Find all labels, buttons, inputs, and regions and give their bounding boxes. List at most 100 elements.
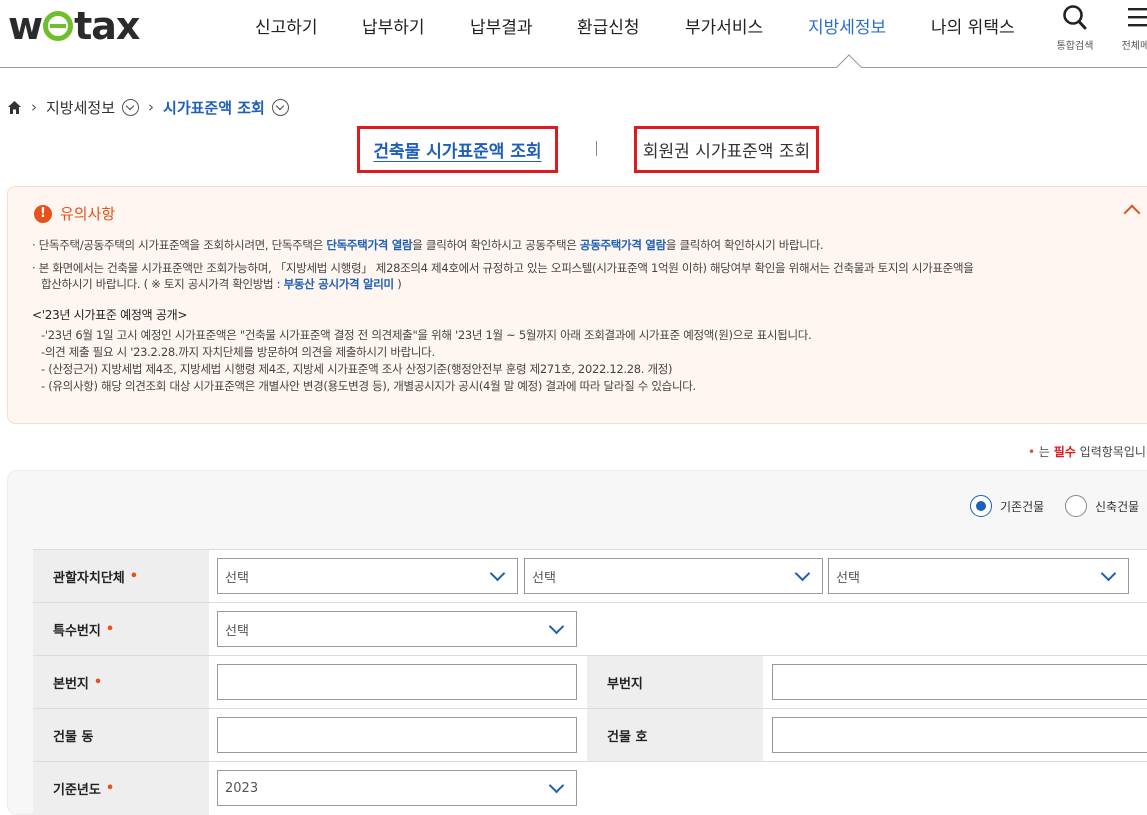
radio-label: 신축건물 [1095,499,1140,514]
building-ho-label-text: 건물 호 [607,730,648,745]
integrated-search-button[interactable]: 통합검색 [1052,4,1098,52]
sub-lot-label: 부번지 [587,656,763,709]
nav-item-payment-result[interactable]: 납부결과 [470,13,533,38]
jurisdiction-label-text: 관할자치단체 [53,571,125,586]
base-year-select[interactable]: 2023 [217,770,577,806]
tab-building-label: 건축물 시가표준액 조회 [373,142,542,162]
notice-box: ! 유의사항 · 단독주택/공동주택의 시가표준액을 조회하시려면, 단독주택은… [7,186,1147,424]
special-lot-select[interactable]: 선택 [217,611,577,647]
hamburger-icon [1128,8,1147,27]
breadcrumb: › 지방세정보 › 시가표준액 조회 [7,96,289,118]
real-estate-price-alert-link[interactable]: 부동산 공시가격 알리미 [284,277,395,291]
building-dong-input[interactable] [217,717,577,753]
required-dot: • [105,781,115,796]
notice-line-3-text: ) [393,277,402,291]
breadcrumb-separator-icon: › [148,98,155,116]
nav-item-pay[interactable]: 납부하기 [362,13,425,38]
notice-line-1-text: · 단독주택/공동주택의 시가표준액을 조회하시려면, 단독주택은 [32,238,327,252]
collapse-chevron-up-icon[interactable] [1123,204,1141,222]
main-lot-input[interactable] [217,664,577,700]
form-row-jurisdiction: 관할자치단체 • 선택 선택 선택 [33,549,1147,603]
breadcrumb-current[interactable]: 시가표준액 조회 [163,97,265,118]
search-label: 통합검색 [1056,41,1094,52]
main-lot-label: 본번지 • [33,656,209,709]
notice-line-1-text: 을 클릭하여 확인하시기 바랍니다. [665,238,824,252]
building-ho-label: 건물 호 [587,709,763,762]
chevron-down-icon [548,777,565,794]
notice-line-2: · 본 화면에서는 건축물 시가표준액만 조회가능하며, 「지방세법 시행령」 … [32,261,974,275]
nav-item-extra-services[interactable]: 부가서비스 [685,13,763,38]
detached-house-price-link[interactable]: 단독주택가격 열람 [326,238,412,252]
notice-line-3-text: 합산하시기 바랍니다. ( ※ 토지 공시가격 확인방법 : [41,277,284,291]
radio-label: 기존건물 [1000,499,1045,514]
radio-button[interactable] [970,495,992,517]
notice-title: ! 유의사항 [34,203,115,224]
province-select[interactable]: 선택 [217,558,518,594]
required-note-text: 입력항목입니다 [1079,445,1147,459]
home-icon[interactable] [7,100,22,115]
notice-line-3: 합산하시기 바랍니다. ( ※ 토지 공시가격 확인방법 : 부동산 공시가격 … [41,276,402,292]
building-ho-input[interactable] [772,717,1147,753]
required-dot: • [129,569,139,584]
nav-item-my-wetax[interactable]: 나의 위택스 [931,13,1015,38]
global-header: w tax 신고하기 납부하기 납부결과 환급신청 부가서비스 지방세정보 나의 … [0,0,1147,68]
chevron-down-icon [489,565,506,582]
building-dong-cell [209,709,587,762]
main-lot-cell [209,656,587,709]
city-select[interactable]: 선택 [524,558,823,594]
notice-item: -의견 제출 필요 시 '23.2.28.까지 자치단체를 방문하여 의견을 제… [41,345,435,359]
tab-membership-label: 회원권 시가표준액 조회 [642,142,811,162]
tab-divider [596,141,597,156]
required-fields-note: • 는 필수 입력항목입니다 [1028,443,1147,460]
notice-line-1-text: 을 클릭하여 확인하시고 공동주택은 [412,238,580,252]
apartment-price-link[interactable]: 공동주택가격 열람 [580,238,666,252]
notice-section-title: <'23년 시가표준 예정액 공개> [32,308,188,322]
required-note-text: 는 [1035,445,1054,459]
search-icon [1063,5,1087,30]
form-row-special-lot: 특수번지 • 선택 [33,602,1147,656]
notice-item: -'23년 6월 1일 고시 예정인 시가표준액은 "건축물 시가표준액 결정 … [41,328,812,342]
warning-icon: ! [34,204,52,223]
form-row-lot-number: 본번지 • 부번지 [33,655,1147,709]
chevron-down-icon [794,565,811,582]
radio-new-building[interactable]: 신축건물 [1065,495,1139,517]
select-value: 선택 [836,570,860,586]
radio-existing-building[interactable]: 기존건물 [970,495,1044,517]
form-row-building-unit: 건물 동 건물 호 [33,708,1147,762]
form-row-base-year: 기준년도 • 2023 [33,761,1147,815]
special-lot-label-text: 특수번지 [53,624,101,639]
radio-button[interactable] [1065,495,1087,517]
sub-lot-cell [763,656,1147,709]
notice-line-1: · 단독주택/공동주택의 시가표준액을 조회하시려면, 단독주택은 단독주택가격… [32,237,824,253]
building-dong-label: 건물 동 [33,709,209,762]
breadcrumb-level1[interactable]: 지방세정보 [46,97,115,118]
tab-membership-standard-price[interactable]: 회원권 시가표준액 조회 [634,126,819,173]
required-note-emphasis: 필수 [1053,445,1076,459]
required-dot: • [105,622,115,637]
special-lot-cell: 선택 [209,603,1147,656]
chevron-down-icon [1100,565,1117,582]
building-ho-cell [763,709,1147,762]
select-value: 선택 [225,623,249,639]
jurisdiction-label: 관할자치단체 • [33,550,209,603]
nav-item-refund[interactable]: 환급신청 [577,13,640,38]
base-year-label: 기준년도 • [33,762,209,815]
wetax-logo[interactable]: w tax [8,4,140,48]
breadcrumb-level1-dropdown-icon[interactable] [122,98,140,116]
tab-building-standard-price[interactable]: 건축물 시가표준액 조회 [357,126,558,173]
select-value: 선택 [225,570,249,586]
full-menu-button[interactable]: 전체메뉴 [1117,4,1147,52]
notice-title-text: 유의사항 [60,205,116,223]
menu-label: 전체메뉴 [1121,41,1147,52]
breadcrumb-level2-dropdown-icon[interactable] [271,98,289,116]
sub-lot-input[interactable] [772,664,1147,700]
nav-item-local-tax-info[interactable]: 지방세정보 [808,13,886,38]
district-select[interactable]: 선택 [828,558,1129,594]
notice-item: - (산정근거) 지방세법 제4조, 지방세법 시행령 제4조, 지방세 시가표… [41,362,673,376]
required-dot: • [93,675,103,690]
base-year-cell: 2023 [209,762,1147,815]
chevron-down-icon [548,618,565,635]
jurisdiction-cell: 선택 선택 선택 [209,550,1147,603]
nav-item-report[interactable]: 신고하기 [255,13,318,38]
building-dong-label-text: 건물 동 [53,730,94,745]
